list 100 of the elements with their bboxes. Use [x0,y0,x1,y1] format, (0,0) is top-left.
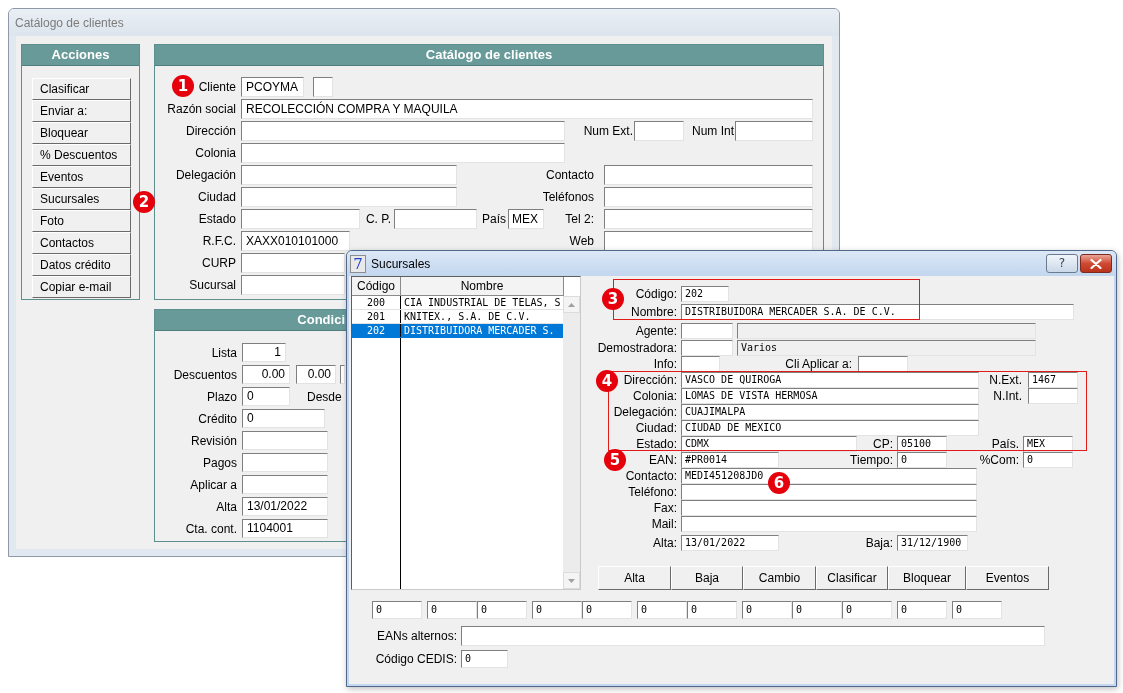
input-field[interactable]: VASCO DE QUIROGA [681,372,979,388]
field-label: Pagos [202,455,237,470]
input-field[interactable] [1028,388,1078,404]
input-field[interactable]: #PR0014 [681,452,779,468]
input-field[interactable]: XAXX010101000 [241,231,350,251]
field-label: Código: [635,287,677,301]
input-field[interactable]: 0 [372,601,422,619]
input-field[interactable]: 0 [1023,452,1073,468]
input-field[interactable]: RECOLECCIÓN COMPRA Y MAQUILA [241,99,813,119]
input-field[interactable] [242,475,328,494]
input-field[interactable]: LOMAS DE VISTA HERMOSA [681,388,979,404]
input-field[interactable]: 0 [242,387,290,406]
input-field[interactable] [340,365,345,384]
action-button[interactable]: % Descuentos [32,144,131,166]
action-button[interactable]: Clasificar [816,566,888,590]
input-field[interactable]: 0 [582,601,632,619]
input-field[interactable]: 13/01/2022 [681,535,779,551]
input-field[interactable]: 1467 [1028,372,1078,388]
input-field[interactable] [681,500,977,516]
input-field[interactable]: 0 [842,601,892,619]
list-row[interactable]: 201 KNITEX., S.A. DE C.V. [352,310,563,324]
input-field[interactable] [858,356,908,372]
input-field[interactable] [604,187,813,207]
action-button[interactable]: Bloquear [888,566,966,590]
input-field[interactable]: 0 [242,409,325,428]
input-field[interactable]: 0 [427,601,477,619]
help-button[interactable]: ? [1046,254,1078,273]
input-field[interactable] [241,187,457,207]
input-field[interactable]: 0 [637,601,687,619]
close-button[interactable] [1080,254,1112,273]
field-label: C. P. [365,212,391,226]
input-field[interactable]: 0 [897,452,947,468]
input-field[interactable]: 1 [242,343,286,362]
action-button[interactable]: Sucursales [32,188,131,210]
input-field[interactable] [241,275,345,295]
input-field[interactable]: 0 [687,601,737,619]
input-field[interactable] [735,121,813,141]
action-button[interactable]: Enviar a: [32,100,131,122]
input-field[interactable]: 0 [532,601,582,619]
action-button[interactable]: Clasificar [32,78,131,100]
action-button[interactable]: Eventos [966,566,1049,590]
action-button[interactable]: Alta [598,566,671,590]
input-field[interactable]: DISTRIBUIDORA MERCADER S.A. DE C.V. [681,304,1074,320]
input-field[interactable]: 0 [897,601,947,619]
input-field[interactable] [242,453,328,472]
list-row[interactable]: 200 CIA INDUSTRIAL DE TELAS, S [352,296,563,310]
action-button[interactable]: Bloquear [32,122,131,144]
input-field[interactable]: 0 [952,601,1002,619]
input-field[interactable] [604,231,813,251]
input-field[interactable]: 31/12/1900 [897,535,968,551]
action-button[interactable]: Eventos [32,166,131,188]
input-field[interactable]: 0 [792,601,842,619]
input-field[interactable]: 0.00 [242,365,290,384]
input-field[interactable] [604,209,813,229]
input-field[interactable] [681,356,720,372]
action-button[interactable]: Foto [32,210,131,232]
action-button[interactable]: Copiar e-mail [32,276,131,298]
input-field[interactable] [634,121,684,141]
input-field[interactable] [242,431,328,450]
input-field[interactable]: 0 [461,650,508,668]
scrollbar[interactable] [563,296,580,589]
field-label: País [482,212,506,226]
column-header[interactable]: Código [352,277,401,296]
input-field[interactable] [461,626,1045,646]
input-field[interactable]: 0 [742,601,792,619]
app-icon: 7 [350,254,366,273]
action-button[interactable]: Datos crédito [32,254,131,276]
input-field[interactable] [241,209,360,229]
field-label: Lista [211,345,237,360]
input-field[interactable]: 13/01/2022 [242,497,328,516]
action-button[interactable]: Cambio [743,566,816,590]
action-button[interactable]: Baja [671,566,743,590]
scroll-down-button[interactable] [563,572,580,589]
input-field[interactable]: PCOYMA [241,77,304,97]
input-field[interactable]: 0.00 [296,365,336,384]
field-label: Dirección [186,124,236,138]
list-row[interactable]: 202 DISTRIBUIDORA MERCADER S. [352,324,563,338]
input-field[interactable] [681,323,733,339]
input-field[interactable] [241,165,457,185]
input-field[interactable] [241,121,565,141]
input-field[interactable] [681,340,733,356]
input-field[interactable]: CIUDAD DE MEXICO [681,420,979,436]
input-field[interactable]: CUAJIMALPA [681,404,979,420]
field-label: EAN: [649,453,677,467]
input-field[interactable] [604,165,813,185]
list-cell-text: CIA INDUSTRIAL DE TELAS, S [403,296,561,309]
input-field[interactable]: 202 [681,286,729,302]
input-field[interactable]: MEX [508,209,544,229]
column-header[interactable]: Nombre [401,277,564,296]
input-field[interactable] [394,209,477,229]
input-field[interactable] [241,253,345,273]
input-field[interactable]: 0 [477,601,527,619]
scroll-up-button[interactable] [563,296,580,313]
input-field[interactable] [241,143,565,163]
field-label: Descuentos [173,367,237,382]
input-field[interactable]: 1104001 [242,519,328,538]
input-field[interactable] [313,77,333,97]
action-button[interactable]: Contactos [32,232,131,254]
field-label: Contacto: [625,469,677,483]
input-field[interactable] [681,516,977,532]
